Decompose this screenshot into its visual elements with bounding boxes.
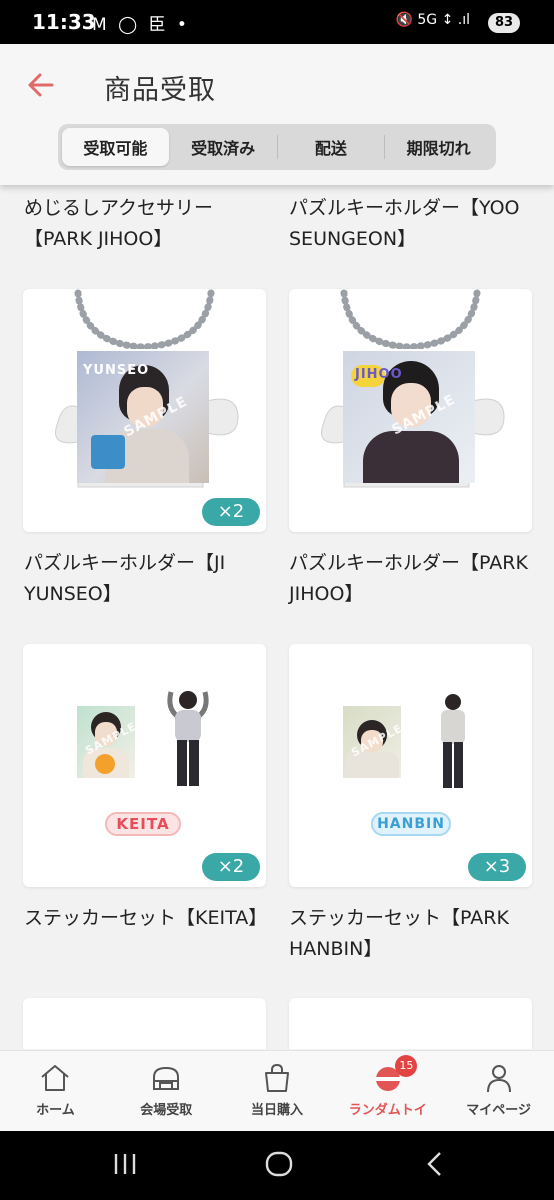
home-circle-icon[interactable] [264,1149,294,1179]
back-icon[interactable] [422,1149,448,1179]
nav-label: ランダムトイ [348,1103,427,1118]
notification-icons: M ◯ 臣 • [92,15,190,35]
header: 商品受取 受取可能 受取済み 配送 期限切れ [0,44,554,185]
nav-random-toy[interactable]: 15 ランダムトイ [332,1051,443,1131]
nav-home[interactable]: ホーム [0,1051,111,1131]
tab-expired[interactable]: 期限切れ [385,128,492,166]
item-name: ステッカーセット【KEITA】 [24,907,268,929]
item-card-sticker-hanbin[interactable]: SAMPLE HANBIN ×3 [289,644,532,887]
item-card-puzzle-jihoo[interactable]: JIHOO SAMPLE [289,289,532,532]
sticker-figure-icon [441,694,465,788]
ball-chain-icon [340,289,481,349]
photo-label: JIHOO [355,367,403,382]
tab-delivery[interactable]: 配送 [278,128,385,166]
tab-receivable[interactable]: 受取可能 [62,128,169,166]
item-name: めじるしアクセサリー【PARK JIHOO】 [24,197,214,250]
item-card[interactable] [23,998,266,1049]
product-photo: YUNSEO SAMPLE [77,351,209,483]
venue-icon [153,1066,180,1090]
tab-bar: 受取可能 受取済み 配送 期限切れ [58,124,496,170]
item-card-sticker-keita[interactable]: SAMPLE KEITA ×2 [23,644,266,887]
battery-icon: 83 [488,13,520,33]
system-nav-bar [0,1131,554,1200]
status-time: 11:33 [32,10,96,34]
nav-my-page[interactable]: マイページ [443,1051,554,1131]
notification-badge: 15 [395,1055,418,1077]
quantity-badge: ×2 [202,853,260,881]
arrow-left-icon [28,73,54,97]
item-card[interactable] [289,998,532,1049]
home-icon [41,1065,70,1091]
back-button[interactable] [24,68,58,102]
tab-received[interactable]: 受取済み [170,128,277,166]
sticker-name-label: HANBIN [371,812,451,836]
ball-chain-icon [74,289,215,349]
nav-venue-pickup[interactable]: 会場受取 [111,1051,222,1131]
page-title: 商品受取 [104,75,216,106]
sticker-photo: SAMPLE [77,706,135,778]
item-name: パズルキーホルダー【PARK JIHOO】 [289,552,528,605]
product-photo: JIHOO SAMPLE [343,351,475,483]
user-icon [486,1065,511,1093]
nav-label: ホーム [36,1103,75,1118]
app-screen: 商品受取 受取可能 受取済み 配送 期限切れ めじるしアクセサリー【PARK J… [0,44,554,1131]
nav-label: マイページ [466,1103,531,1118]
item-grid: めじるしアクセサリー【PARK JIHOO】 パズルキーホルダー【YOO SEU… [0,185,554,1049]
item-name: パズルキーホルダー【YOO SEUNGEON】 [289,197,520,250]
photo-label: YUNSEO [83,363,150,378]
quantity-badge: ×2 [202,498,260,526]
nav-same-day-purchase[interactable]: 当日購入 [222,1051,333,1131]
signal-icons: 🔇 5G ↕ .ıl [395,12,471,28]
item-card-puzzle-yunseo[interactable]: YUNSEO SAMPLE ×2 [23,289,266,532]
sticker-name-label: KEITA [105,812,181,836]
quantity-badge: ×3 [468,853,526,881]
sticker-figure-icon [167,691,209,786]
item-name: パズルキーホルダー【JI YUNSEO】 [24,552,226,605]
nav-label: 当日購入 [250,1103,303,1118]
nav-label: 会場受取 [140,1103,193,1118]
status-bar: 11:33 M ◯ 臣 • 🔇 5G ↕ .ıl 83 [0,0,554,44]
sticker-photo: SAMPLE [343,706,401,778]
bottom-nav: ホーム 会場受取 当日購入 15 ランダムトイ マイページ [0,1050,554,1131]
recent-apps-icon[interactable] [112,1149,138,1179]
shopping-bag-icon [264,1064,289,1092]
item-name: ステッカーセット【PARK HANBIN】 [289,907,509,960]
